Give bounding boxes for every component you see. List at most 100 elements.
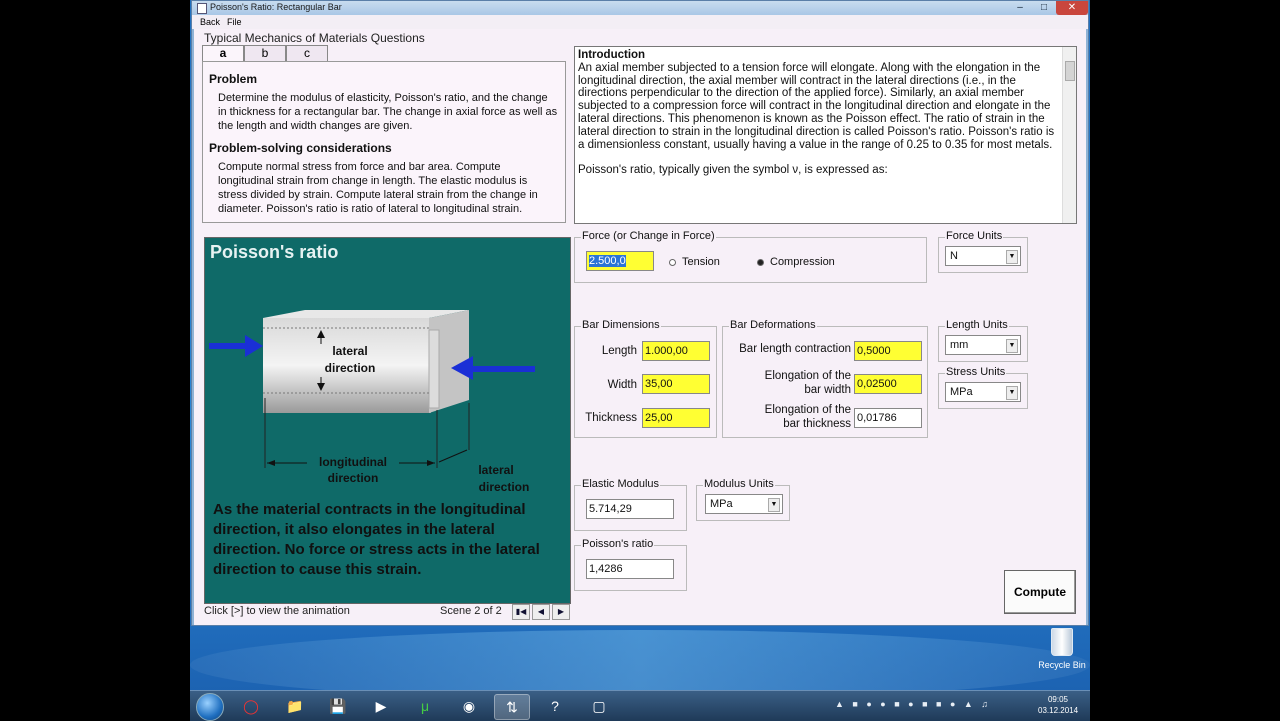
length-label: Length <box>601 345 637 357</box>
first-scene-button[interactable]: ▮◀ <box>512 604 530 620</box>
scrollbar-thumb[interactable] <box>1065 61 1075 81</box>
force-group: Force (or Change in Force) 2.500,0 Tensi… <box>574 230 927 283</box>
length-contraction-input[interactable]: 0,5000 <box>854 341 922 361</box>
lateral-dim-line <box>438 449 468 463</box>
chevron-down-icon: ▼ <box>768 498 780 512</box>
menu-file[interactable]: File <box>227 17 242 27</box>
problem-text: Determine the modulus of elasticity, Poi… <box>218 92 558 132</box>
app-window: Poisson's Ratio: Rectangular Bar – □ ✕ B… <box>191 0 1089 626</box>
width-label: Width <box>607 379 637 391</box>
compression-radio[interactable]: Compression <box>757 256 835 268</box>
thickness-input[interactable]: 25,00 <box>642 408 710 428</box>
scene-counter: Scene 2 of 2 <box>440 605 502 617</box>
section-title: Typical Mechanics of Materials Questions <box>204 31 425 45</box>
clock-date: 03.12.2014 <box>1038 706 1079 715</box>
thickness-elongation-label-2: bar thickness <box>783 418 851 430</box>
problem-heading: Problem <box>209 72 258 86</box>
system-tray[interactable]: ▲ ■ ● ● ■ ● ■ ■ ● ▲ ♫ <box>835 699 991 709</box>
save-icon[interactable]: 💾 <box>321 694 355 718</box>
animation-caption: As the material contracts in the longitu… <box>213 501 540 578</box>
media-player-icon[interactable]: ▶ <box>364 694 398 718</box>
close-button[interactable]: ✕ <box>1056 1 1088 15</box>
chevron-down-icon: ▼ <box>1006 250 1018 264</box>
considerations-heading: Problem-solving considerations <box>209 141 392 155</box>
stress-units-select[interactable]: MPa ▼ <box>945 382 1021 402</box>
force-group-label: Force (or Change in Force) <box>581 230 716 242</box>
lateral-label-1: lateral <box>332 344 367 358</box>
width-elongation-label-2: bar width <box>804 384 851 396</box>
next-scene-button[interactable]: ▶ <box>552 604 570 620</box>
force-units-group: Force Units N ▼ <box>938 230 1028 273</box>
minimize-button[interactable]: – <box>1008 1 1032 15</box>
poissons-ratio-group: Poisson's ratio 1,4286 <box>574 538 687 591</box>
considerations-text: Compute normal stress from force and bar… <box>218 161 538 215</box>
window-title: Poisson's Ratio: Rectangular Bar <box>210 2 342 12</box>
app-taskbar-icon[interactable]: ⇅ <box>494 694 530 720</box>
animation-panel: Poisson's ratio lateral direction longit… <box>204 237 571 604</box>
animation-footer: Click [>] to view the animation Scene 2 … <box>204 604 570 621</box>
compression-radio-dot <box>757 258 764 266</box>
chrome-icon[interactable]: ◉ <box>452 694 486 718</box>
previous-scene-button[interactable]: ◀ <box>532 604 550 620</box>
length-input[interactable]: 1.000,00 <box>642 341 710 361</box>
longitudinal-label-1: longitudinal <box>319 455 387 469</box>
length-units-select[interactable]: mm ▼ <box>945 335 1021 355</box>
tab-b[interactable]: b <box>244 45 286 62</box>
client-area: Typical Mechanics of Materials Questions… <box>194 29 1086 625</box>
menu-back[interactable]: Back <box>200 17 220 27</box>
introduction-text: Introduction An axial member subjected t… <box>578 49 1058 177</box>
modulus-units-group: Modulus Units MPa ▼ <box>696 478 790 521</box>
width-elongation-input[interactable]: 0,02500 <box>854 374 922 394</box>
folder-icon[interactable]: 📁 <box>278 694 312 718</box>
help-icon[interactable]: ? <box>538 694 572 718</box>
width-elongation-label-1: Elongation of the <box>764 370 851 382</box>
modulus-units-label: Modulus Units <box>703 478 775 490</box>
taskbar: ◯ 📁 💾 ▶ μ ◉ ⇅ ? ▢ ▲ ■ ● ● ■ ● ■ ■ ● ▲ ♫ … <box>190 690 1090 721</box>
tension-radio-dot <box>669 258 676 266</box>
bar-deformations-label: Bar Deformations <box>729 319 817 331</box>
tension-radio[interactable]: Tension <box>669 256 720 268</box>
introduction-heading: Introduction <box>578 49 646 61</box>
utorrent-icon[interactable]: μ <box>408 694 442 718</box>
clock[interactable]: 09:05 03.12.2014 <box>1038 694 1078 716</box>
stress-units-label: Stress Units <box>945 366 1007 378</box>
lateral-bottom-label-2: direction <box>479 480 530 494</box>
longitudinal-label-2: direction <box>328 471 379 485</box>
chevron-down-icon: ▼ <box>1006 339 1018 353</box>
elastic-modulus-group: Elastic Modulus 5.714,29 <box>574 478 687 531</box>
recycle-bin[interactable]: Recycle Bin <box>1038 628 1086 670</box>
left-black-border <box>0 0 190 720</box>
left-force-arrowhead <box>245 335 263 357</box>
tab-c[interactable]: c <box>286 45 328 62</box>
compute-button[interactable]: Compute <box>1004 570 1076 614</box>
maximize-button[interactable]: □ <box>1032 1 1056 15</box>
stress-units-group: Stress Units MPa ▼ <box>938 366 1028 409</box>
animation-hint: Click [>] to view the animation <box>204 605 350 617</box>
thickness-elongation-output: 0,01786 <box>854 408 922 428</box>
right-black-border <box>1090 0 1280 720</box>
lateral-bottom-label-1: lateral <box>478 463 513 477</box>
longitudinal-arrowhead-left <box>267 460 275 466</box>
app-icon <box>197 3 207 14</box>
force-input[interactable]: 2.500,0 <box>586 251 654 271</box>
window-icon[interactable]: ▢ <box>582 694 616 718</box>
question-panel: Problem Determine the modulus of elastic… <box>202 61 566 223</box>
thickness-label: Thickness <box>585 412 637 424</box>
width-input[interactable]: 35,00 <box>642 374 710 394</box>
modulus-units-select[interactable]: MPa ▼ <box>705 494 783 514</box>
bar-deformations-group: Bar Deformations Bar length contraction … <box>722 319 928 438</box>
poissons-ratio-label: Poisson's ratio <box>581 538 655 550</box>
introduction-panel[interactable]: Introduction An axial member subjected t… <box>574 46 1077 224</box>
longitudinal-arrowhead-right <box>427 460 435 466</box>
bar-diagram: lateral direction longitudinal direction… <box>209 310 535 494</box>
introduction-scrollbar[interactable] <box>1062 47 1076 223</box>
clock-time: 09:05 <box>1047 695 1069 704</box>
force-units-select[interactable]: N ▼ <box>945 246 1021 266</box>
introduction-paragraph: An axial member subjected to a tension f… <box>578 61 1055 151</box>
lateral-label-2: direction <box>325 361 376 375</box>
start-button[interactable] <box>196 693 224 721</box>
recycle-bin-icon <box>1051 628 1073 656</box>
length-units-label: Length Units <box>945 319 1009 331</box>
opera-icon[interactable]: ◯ <box>234 694 268 718</box>
length-units-group: Length Units mm ▼ <box>938 319 1028 362</box>
